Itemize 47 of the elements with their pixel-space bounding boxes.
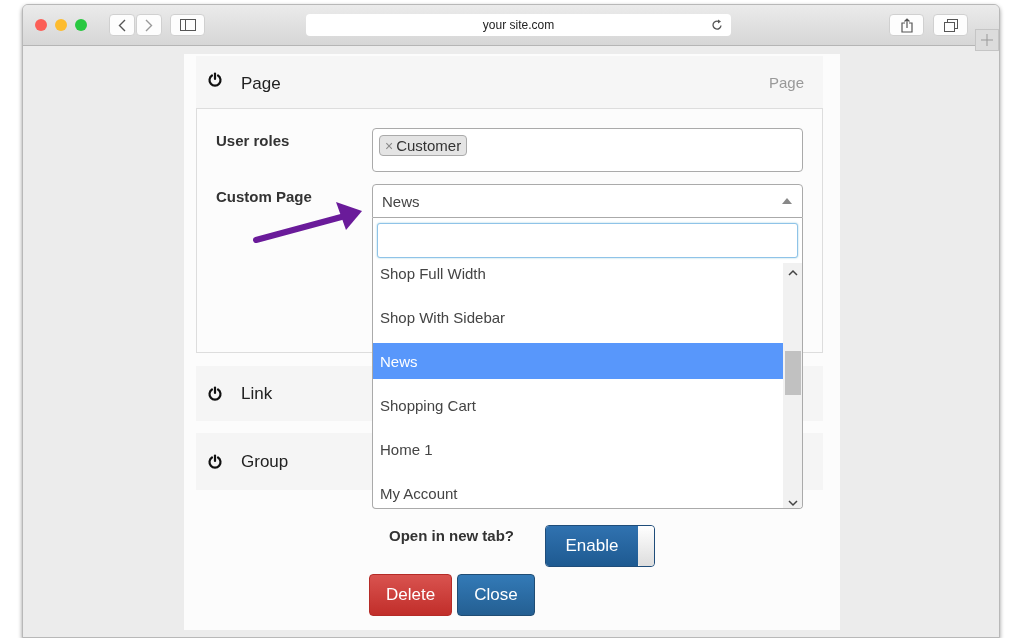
dropdown-option[interactable]: Shop With Sidebar (373, 299, 783, 335)
dropdown-option[interactable]: Shop Full Width (373, 263, 783, 291)
share-button[interactable] (889, 14, 924, 36)
chevron-down-icon (788, 500, 798, 507)
search-field[interactable] (377, 223, 798, 258)
field-label: Custom Page (216, 187, 313, 207)
forward-button[interactable] (136, 14, 162, 36)
chevron-up-icon (788, 269, 798, 276)
tag-text: Customer (396, 137, 462, 154)
close-window-button[interactable] (35, 19, 47, 31)
zoom-window-button[interactable] (75, 19, 87, 31)
sidebar-button[interactable] (170, 14, 205, 36)
plus-icon (981, 34, 993, 46)
section-title: Page (241, 74, 281, 94)
user-roles-field[interactable]: × Customer (372, 128, 803, 172)
dropdown-option[interactable]: Shopping Cart (373, 387, 783, 423)
reload-icon[interactable] (711, 19, 723, 31)
caret-icon (782, 198, 792, 204)
power-icon (208, 71, 222, 87)
close-button[interactable]: Close (457, 574, 535, 616)
section-title: Group (241, 451, 289, 472)
new-tab-button[interactable] (975, 29, 999, 51)
dropdown-option[interactable]: My Account (373, 475, 783, 508)
section-title: Link (241, 383, 273, 404)
address-bar[interactable]: your site.com (306, 14, 731, 36)
back-button[interactable] (109, 14, 135, 36)
share-icon (900, 17, 913, 33)
power-icon (208, 386, 222, 401)
tabs-button[interactable] (933, 14, 968, 36)
dropdown-option[interactable]: Home 1 (373, 431, 783, 467)
minimize-window-button[interactable] (55, 19, 67, 31)
sidebar-icon (179, 19, 196, 31)
chevron-left-icon (118, 18, 126, 32)
field-label: User roles (216, 131, 291, 151)
select-value: News (382, 192, 420, 210)
enable-toggle[interactable]: Enable (545, 525, 655, 567)
section-header[interactable]: Page Page (196, 56, 823, 108)
chevron-right-icon (145, 18, 153, 32)
tabs-icon (943, 18, 958, 32)
power-icon (208, 454, 222, 469)
section-subtitle: Page (768, 73, 804, 91)
url-text: your site.com (482, 18, 555, 32)
scrollbar[interactable] (783, 263, 802, 508)
scrollbar-thumb[interactable] (785, 351, 801, 395)
delete-button[interactable]: Delete (369, 574, 453, 616)
custom-page-select[interactable]: News (372, 184, 803, 218)
open-new-tab-label: Open in new tab? (389, 526, 515, 546)
